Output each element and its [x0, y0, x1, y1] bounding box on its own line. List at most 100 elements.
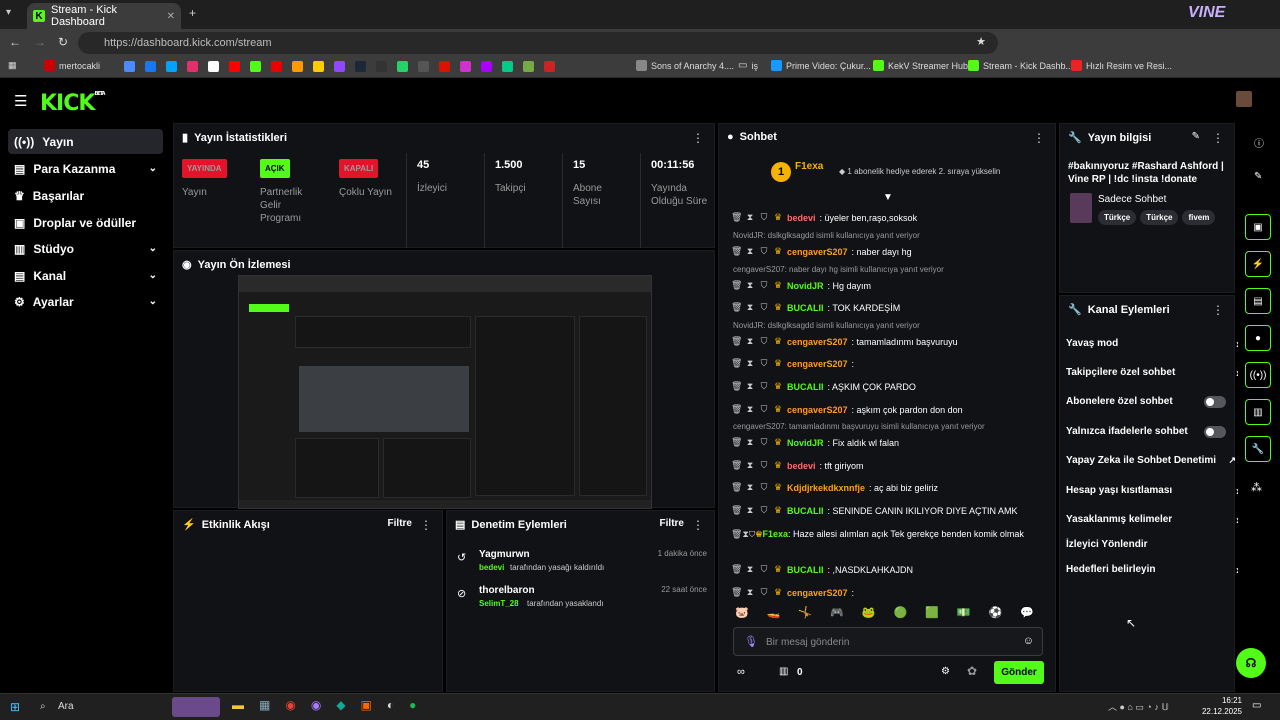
timeout-icon[interactable]: ⧗ — [745, 505, 755, 516]
taskbar-apps[interactable]: ▬ ▦ ◉ ◉ ◆ ▣ ◐ ● — [232, 698, 416, 712]
timeout-icon[interactable]: ⧗ — [745, 437, 755, 448]
more-options-icon[interactable]: ⋮ — [1212, 303, 1224, 317]
delete-icon[interactable]: 🗑 — [731, 358, 742, 369]
taskbar-search[interactable]: Ara — [58, 701, 74, 712]
timeout-icon[interactable]: ⧗ — [745, 280, 755, 291]
bookmark-item[interactable]: Sons of Anarchy 4.... — [636, 60, 734, 71]
rail-clipboard-icon[interactable]: ▤ — [1245, 288, 1271, 314]
delete-icon[interactable]: 🗑 — [731, 404, 742, 415]
timeout-icon[interactable]: ⧗ — [745, 358, 755, 369]
ban-icon[interactable]: ⛉ — [759, 460, 769, 471]
timeout-icon[interactable]: ⧗ — [745, 212, 755, 223]
ban-icon[interactable]: ⛉ — [759, 358, 769, 369]
toggle-switch[interactable] — [1204, 425, 1226, 438]
delete-icon[interactable]: 🗑 — [731, 437, 742, 448]
chat-username[interactable]: Kdjdjrkekdkxnnfje — [787, 483, 865, 493]
tag[interactable]: Türkçe — [1140, 210, 1179, 225]
bookmark-item[interactable]: Prime Video: Çukur... — [771, 60, 871, 71]
chat-username[interactable]: cengaverS207 — [787, 337, 848, 347]
emote-bar[interactable]: 🐷 🚤 🤸 🎮 🐸 🟢 🟩 💵 ⚽ 💬 — [735, 606, 1034, 619]
send-button[interactable]: Gönder — [994, 661, 1044, 684]
channel-action-5[interactable]: Hesap yaşı kısıtlaması› — [1066, 484, 1240, 498]
ban-icon[interactable]: ⛉ — [759, 564, 769, 575]
delete-icon[interactable]: 🗑 — [731, 246, 742, 257]
ban-icon[interactable]: ⛉ — [759, 336, 769, 347]
new-tab-icon[interactable]: + — [189, 6, 196, 20]
rail-lightning-icon[interactable]: ⚡ — [1245, 251, 1271, 277]
toggle-switch[interactable] — [1204, 395, 1226, 408]
channel-action-4[interactable]: Yapay Zeka ile Sohbet Denetimi ↗ — [1066, 455, 1236, 466]
bookmark-item[interactable]: Hızlı Resim ve Resi... — [1071, 60, 1172, 71]
ban-icon[interactable]: ⛉ — [759, 482, 769, 493]
channel-action-0[interactable]: Yavaş mod› — [1066, 337, 1240, 351]
reload-icon[interactable]: ↻ — [58, 35, 68, 49]
chat-username[interactable]: bedevi — [787, 213, 816, 223]
more-options-icon[interactable]: ⋮ — [1033, 131, 1045, 145]
rail-wrench-icon[interactable]: 🔧 — [1245, 436, 1271, 462]
channel-action-1[interactable]: Takipçilere özel sohbet› — [1066, 366, 1240, 380]
microphone-icon[interactable]: 🎙 — [744, 635, 758, 648]
rail-layout-icon[interactable]: ▥ — [1245, 399, 1271, 425]
chat-username[interactable]: BUCALII — [787, 382, 824, 392]
delete-icon[interactable]: 🗑 — [731, 302, 742, 313]
more-options-icon[interactable]: ⋮ — [692, 518, 704, 532]
tray-icons[interactable]: ︿ ● ⌂ ▭ ◔ ♪ 𝕌 — [1108, 700, 1169, 713]
delete-icon[interactable]: 🗑 — [731, 587, 742, 598]
chat-username[interactable]: bedevi — [787, 461, 816, 471]
pencil-icon[interactable]: ✎ — [1254, 171, 1262, 182]
timeout-icon[interactable]: ⧗ — [745, 482, 755, 493]
rail-chat-icon[interactable]: ● — [1245, 325, 1271, 351]
collapse-icon[interactable]: ▼ — [883, 192, 893, 203]
bookmark-item[interactable]: Stream - Kick Dashb... — [968, 60, 1073, 71]
timeout-icon[interactable]: ⧗ — [745, 564, 755, 575]
timeout-icon[interactable]: ⧗ — [745, 404, 755, 415]
bookmark-favicons[interactable] — [124, 61, 555, 72]
rail-broadcast-icon[interactable]: ((•)) — [1245, 362, 1271, 388]
emoji-icon[interactable]: ☺ — [1023, 635, 1034, 647]
bookmark-star-icon[interactable]: ★ — [976, 35, 986, 48]
clock-date[interactable]: 22.12.2025 — [1196, 707, 1242, 716]
notification-icon[interactable]: ▭ — [1252, 700, 1261, 711]
hamburger-menu-icon[interactable]: ☰ — [14, 92, 27, 110]
chat-username[interactable]: NovidJR — [787, 281, 824, 291]
category-name[interactable]: Sadece Sohbet — [1098, 194, 1166, 205]
delete-icon[interactable]: 🗑 — [731, 336, 742, 347]
timeout-icon[interactable]: ⧗ — [745, 336, 755, 347]
delete-icon[interactable]: 🗑 — [731, 529, 742, 539]
browser-tab[interactable]: K Stream - Kick Dashboard ✕ — [27, 3, 181, 29]
delete-icon[interactable]: 🗑 — [731, 505, 742, 516]
chat-input[interactable]: 🎙 Bir mesaj gönderin ☺ — [733, 627, 1043, 656]
channel-action-7[interactable]: İzleyici Yönlendir — [1066, 539, 1236, 550]
filter-button[interactable]: Filtre — [388, 518, 412, 529]
timeout-icon[interactable]: ⧗ — [745, 587, 755, 598]
ban-icon[interactable]: ⛉ — [759, 437, 769, 448]
kick-logo[interactable]: KICKBETA — [40, 91, 106, 116]
rail-screen-icon[interactable]: ▣ — [1245, 214, 1271, 240]
ban-icon[interactable]: ⛉ — [759, 246, 769, 257]
chat-username[interactable]: BUCALII — [787, 565, 824, 575]
chat-username[interactable]: cengaverS207 — [787, 247, 848, 257]
channel-action-2[interactable]: Abonelere özel sohbet — [1066, 395, 1236, 408]
infinity-icon[interactable]: ∞ — [737, 666, 745, 678]
delete-icon[interactable]: 🗑 — [731, 460, 742, 471]
taskbar-widget[interactable] — [172, 697, 220, 717]
chat-username[interactable]: BUCALII — [787, 506, 824, 516]
clock-time[interactable]: 16:21 — [1206, 696, 1242, 705]
chat-username[interactable]: cengaverS207 — [787, 588, 848, 598]
channel-action-8[interactable]: Hedefleri belirleyin› — [1066, 563, 1240, 577]
search-icon[interactable]: ⌕ — [40, 701, 46, 712]
timeout-icon[interactable]: ⧗ — [745, 381, 755, 392]
sidebar-item-droplar[interactable]: ▣ Droplar ve ödüller — [8, 210, 163, 235]
puzzle-icon[interactable]: ✿ — [967, 664, 977, 678]
more-options-icon[interactable]: ⋮ — [1212, 131, 1224, 145]
ban-icon[interactable]: ⛉ — [759, 505, 769, 516]
delete-icon[interactable]: 🗑 — [731, 381, 742, 392]
chat-username[interactable]: cengaverS207 — [787, 405, 848, 415]
avatar[interactable] — [1236, 91, 1252, 107]
sidebar-item-ayarlar[interactable]: ⚙ Ayarlar ⌄ — [8, 289, 163, 314]
ban-icon[interactable]: ⛉ — [759, 587, 769, 598]
chat-username[interactable]: NovidJR — [787, 438, 824, 448]
chat-username[interactable]: F1exa — [762, 529, 788, 539]
edit-icon[interactable]: ✎ — [1192, 131, 1200, 142]
apps-icon[interactable]: ▦ — [8, 60, 17, 71]
